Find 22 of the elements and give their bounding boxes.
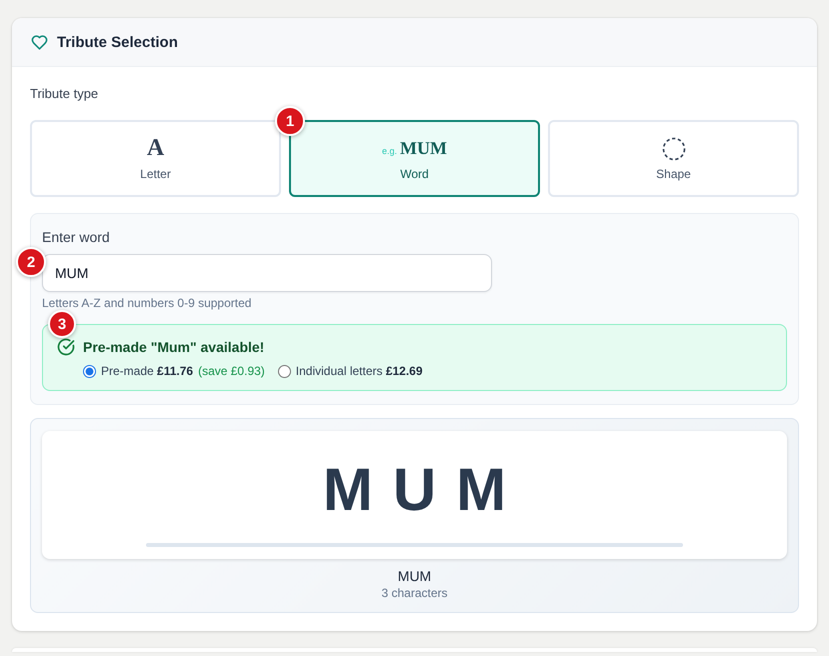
- character-count: 3 characters: [380, 586, 449, 601]
- dashed-circle-icon: [662, 136, 686, 160]
- preview-word: MUM: [322, 455, 526, 525]
- radio-button[interactable]: [83, 364, 96, 378]
- option-label: Pre-made £11.76: [101, 363, 194, 379]
- number-badge: 2: [16, 247, 46, 277]
- tribute-type-option[interactable]: A Letter: [30, 120, 281, 197]
- number-badge: 1: [275, 106, 305, 136]
- number-badge: 3: [48, 310, 76, 338]
- radio-button[interactable]: [278, 364, 291, 378]
- field-label: Enter word: [42, 228, 111, 246]
- preview-caption: MUM: [396, 567, 432, 585]
- heart-icon: [31, 34, 48, 50]
- field-label: Tribute type: [30, 86, 100, 102]
- word-input[interactable]: MUM: [42, 254, 492, 292]
- card-title: Tribute Selection: [57, 34, 178, 50]
- check-circle-icon: [57, 338, 75, 356]
- notice-heading: Pre-made "Mum" available!: [83, 338, 264, 356]
- tribute-type-option[interactable]: Shape: [548, 120, 799, 197]
- savings-note: (save £0.93): [198, 363, 265, 379]
- hint-text: Letters A-Z and numbers 0-9 supported: [42, 296, 252, 311]
- option-label: Individual letters £12.69: [296, 363, 423, 379]
